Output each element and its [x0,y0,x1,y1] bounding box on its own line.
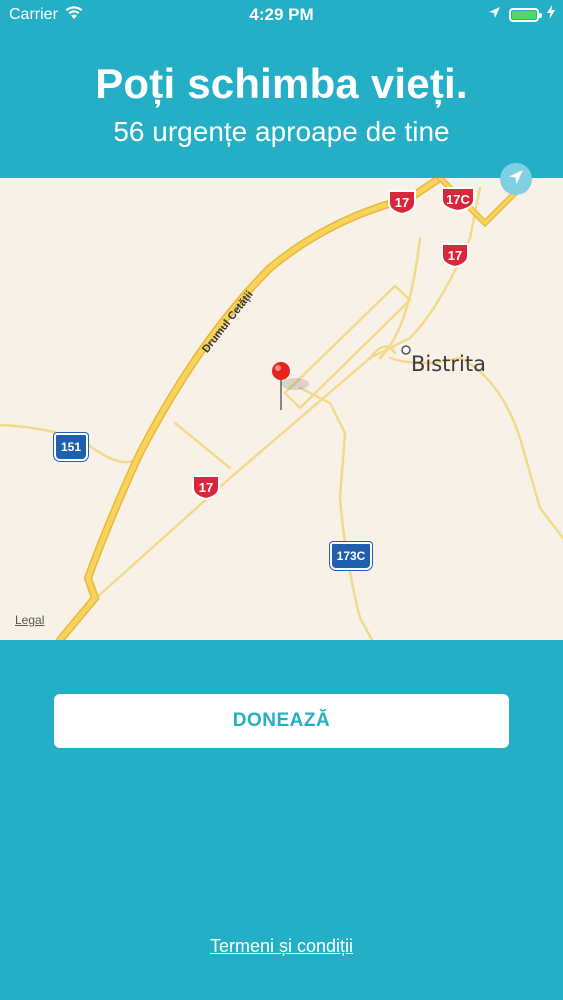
locate-me-button[interactable] [500,163,532,195]
status-time: 4:29 PM [249,5,314,24]
city-label: Bistrita [411,352,486,376]
status-right [488,5,555,24]
battery-fill [512,10,536,19]
map-view[interactable]: Drumul Cetății 17 17C 17 17 151 173C Bis… [0,178,563,640]
map-roads [0,178,563,640]
map-legal-link[interactable]: Legal [15,613,44,627]
route-shield-17-south: 17 [191,474,221,500]
status-bar: Carrier 4:29 PM [0,0,563,30]
battery-icon [509,7,542,22]
route-shield-151: 151 [54,433,88,461]
location-arrow-icon [488,6,501,24]
donate-button[interactable]: DONEAZĂ [54,694,509,748]
terms-link[interactable]: Termeni și condiții [0,936,563,957]
page-title: Poți schimba vieți. [95,60,468,107]
charging-bolt-icon [547,5,555,24]
route-shield-17-east: 17 [440,242,470,268]
navigation-arrow-icon [508,169,524,190]
route-shield-17c: 17C [440,186,476,212]
route-shield-173c: 173C [330,542,372,570]
page-subtitle: 56 urgențe aproape de tine [113,116,450,147]
route-shield-17-north: 17 [387,189,417,215]
